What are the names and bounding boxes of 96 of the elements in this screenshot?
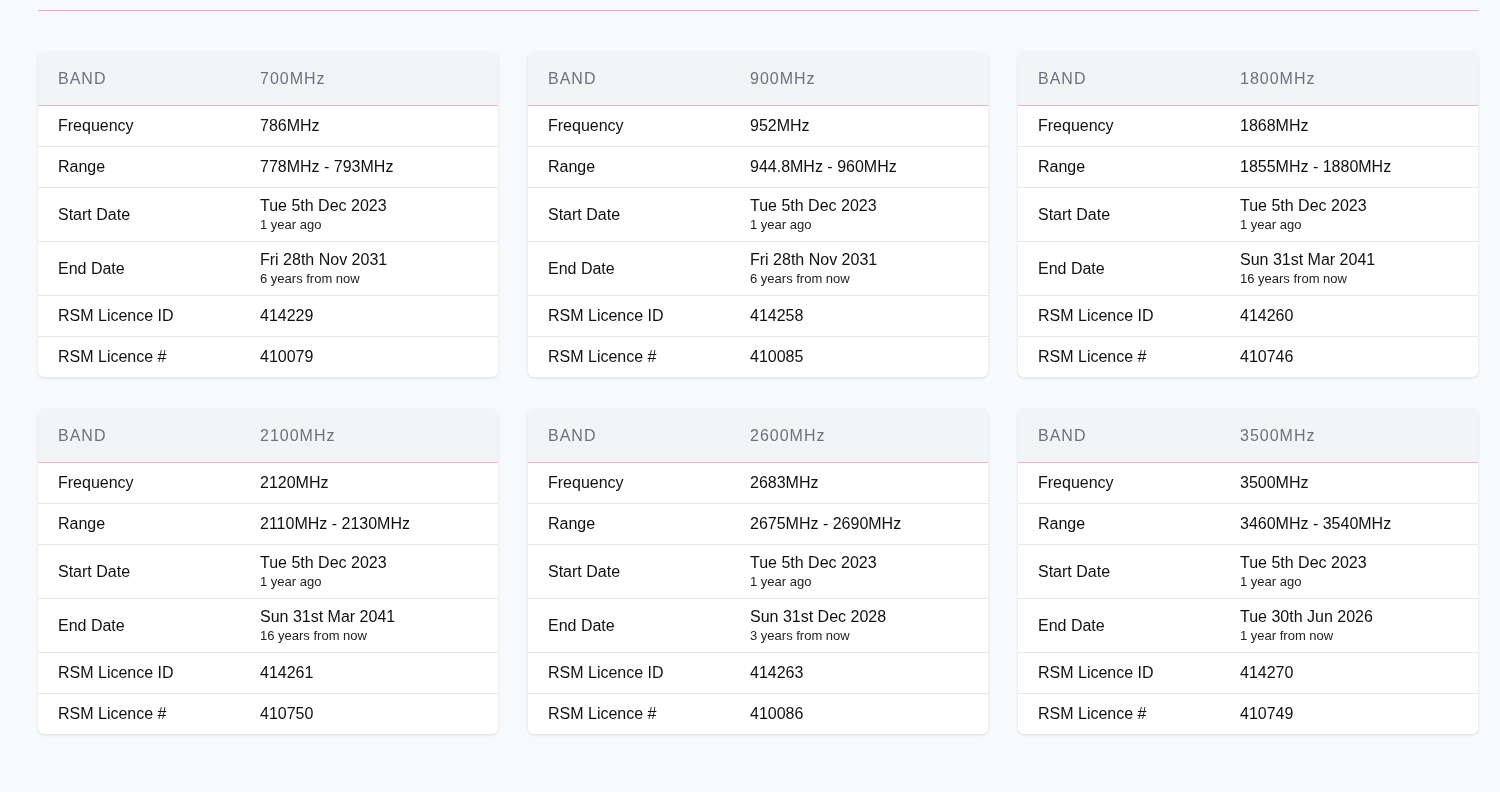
field-label: End Date [1037, 259, 1106, 278]
field-value: Tue 5th Dec 2023 [750, 554, 877, 572]
field-value: 410749 [1240, 705, 1294, 723]
relative-time: 16 years from now [1240, 271, 1348, 286]
field-value: 410750 [260, 705, 314, 723]
relative-time: 1 year ago [1240, 574, 1303, 589]
field-value: Sun 31st Dec 2028 [750, 608, 887, 626]
band-value: 2600MHz [750, 426, 826, 445]
field-label: Frequency [547, 474, 625, 492]
band-value: 3500MHz [1240, 426, 1316, 445]
band-label: BAND [57, 69, 108, 88]
field-value: 414270 [1240, 664, 1294, 682]
field-value: Tue 5th Dec 2023 [260, 554, 387, 572]
field-value: 414258 [750, 307, 804, 325]
field-value: 2683MHz [750, 474, 819, 492]
field-value: 410086 [750, 705, 804, 723]
field-label: End Date [57, 259, 126, 278]
field-value: 2675MHz - 2690MHz [750, 515, 902, 533]
field-value: 944.8MHz - 960MHz [750, 158, 897, 176]
field-label: RSM Licence # [1037, 348, 1148, 366]
field-label: Start Date [1037, 205, 1112, 224]
field-label: Range [57, 158, 107, 176]
field-label: Frequency [1037, 474, 1115, 492]
field-label: Frequency [57, 474, 135, 492]
relative-time: 1 year ago [1240, 217, 1303, 232]
field-value: Tue 30th Jun 2026 [1240, 608, 1373, 626]
field-label: Start Date [1037, 562, 1112, 581]
field-value: Sun 31st Mar 2041 [260, 608, 396, 626]
field-label: Start Date [547, 562, 622, 581]
field-value: 3500MHz [1240, 474, 1309, 492]
field-value: 410085 [750, 348, 804, 366]
field-label: Range [1037, 515, 1087, 533]
field-label: RSM Licence ID [1037, 664, 1155, 682]
field-label: Frequency [547, 117, 625, 135]
field-label: Start Date [57, 562, 132, 581]
field-label: RSM Licence ID [547, 307, 665, 325]
field-label: Start Date [547, 205, 622, 224]
relative-time: 6 years from now [260, 271, 361, 286]
band-label: BAND [547, 426, 598, 445]
field-value: 410746 [1240, 348, 1294, 366]
field-value: Tue 5th Dec 2023 [1240, 554, 1367, 572]
field-value: 3460MHz - 3540MHz [1240, 515, 1392, 533]
field-label: Range [57, 515, 107, 533]
field-label: Start Date [57, 205, 132, 224]
field-value: 1855MHz - 1880MHz [1240, 158, 1392, 176]
field-value: 414263 [750, 664, 804, 682]
field-value: Tue 5th Dec 2023 [750, 197, 877, 215]
field-label: Frequency [1037, 117, 1115, 135]
relative-time: 1 year ago [260, 574, 323, 589]
field-label: Range [547, 515, 597, 533]
field-value: 778MHz - 793MHz [260, 158, 394, 176]
field-value: 1868MHz [1240, 117, 1309, 135]
field-value: Fri 28th Nov 2031 [750, 251, 878, 269]
relative-time: 1 year from now [1240, 628, 1335, 643]
band-label: BAND [1037, 69, 1088, 88]
relative-time: 1 year ago [260, 217, 323, 232]
field-label: RSM Licence # [1037, 705, 1148, 723]
field-value: 414229 [260, 307, 314, 325]
field-label: RSM Licence ID [57, 307, 175, 325]
field-value: 414260 [1240, 307, 1294, 325]
field-value: 786MHz [260, 117, 320, 135]
field-value: Tue 5th Dec 2023 [1240, 197, 1367, 215]
field-label: Frequency [57, 117, 135, 135]
band-value: 2100MHz [260, 426, 336, 445]
field-label: End Date [1037, 616, 1106, 635]
relative-time: 1 year ago [750, 574, 813, 589]
field-label: End Date [547, 616, 616, 635]
relative-time: 6 years from now [750, 271, 851, 286]
field-label: End Date [57, 616, 126, 635]
field-label: End Date [547, 259, 616, 278]
field-value: Sun 31st Mar 2041 [1240, 251, 1376, 269]
band-value: 1800MHz [1240, 69, 1316, 88]
field-value: 410079 [260, 348, 314, 366]
field-value: 2120MHz [260, 474, 329, 492]
field-label: RSM Licence ID [547, 664, 665, 682]
band-label: BAND [1037, 426, 1088, 445]
field-label: RSM Licence ID [1037, 307, 1155, 325]
relative-time: 16 years from now [260, 628, 368, 643]
field-value: 414261 [260, 664, 314, 682]
band-label: BAND [547, 69, 598, 88]
band-value: 900MHz [750, 69, 816, 88]
field-value: 952MHz [750, 117, 810, 135]
field-value: Tue 5th Dec 2023 [260, 197, 387, 215]
field-label: RSM Licence # [547, 705, 658, 723]
field-label: RSM Licence # [547, 348, 658, 366]
relative-time: 3 years from now [750, 628, 851, 643]
relative-time: 1 year ago [750, 217, 813, 232]
field-label: Range [547, 158, 597, 176]
band-label: BAND [57, 426, 108, 445]
field-value: 2110MHz - 2130MHz [260, 515, 410, 533]
field-label: RSM Licence # [57, 705, 168, 723]
field-value: Fri 28th Nov 2031 [260, 251, 388, 269]
field-label: RSM Licence ID [57, 664, 175, 682]
field-label: Range [1037, 158, 1087, 176]
band-value: 700MHz [260, 69, 326, 88]
field-label: RSM Licence # [57, 348, 168, 366]
